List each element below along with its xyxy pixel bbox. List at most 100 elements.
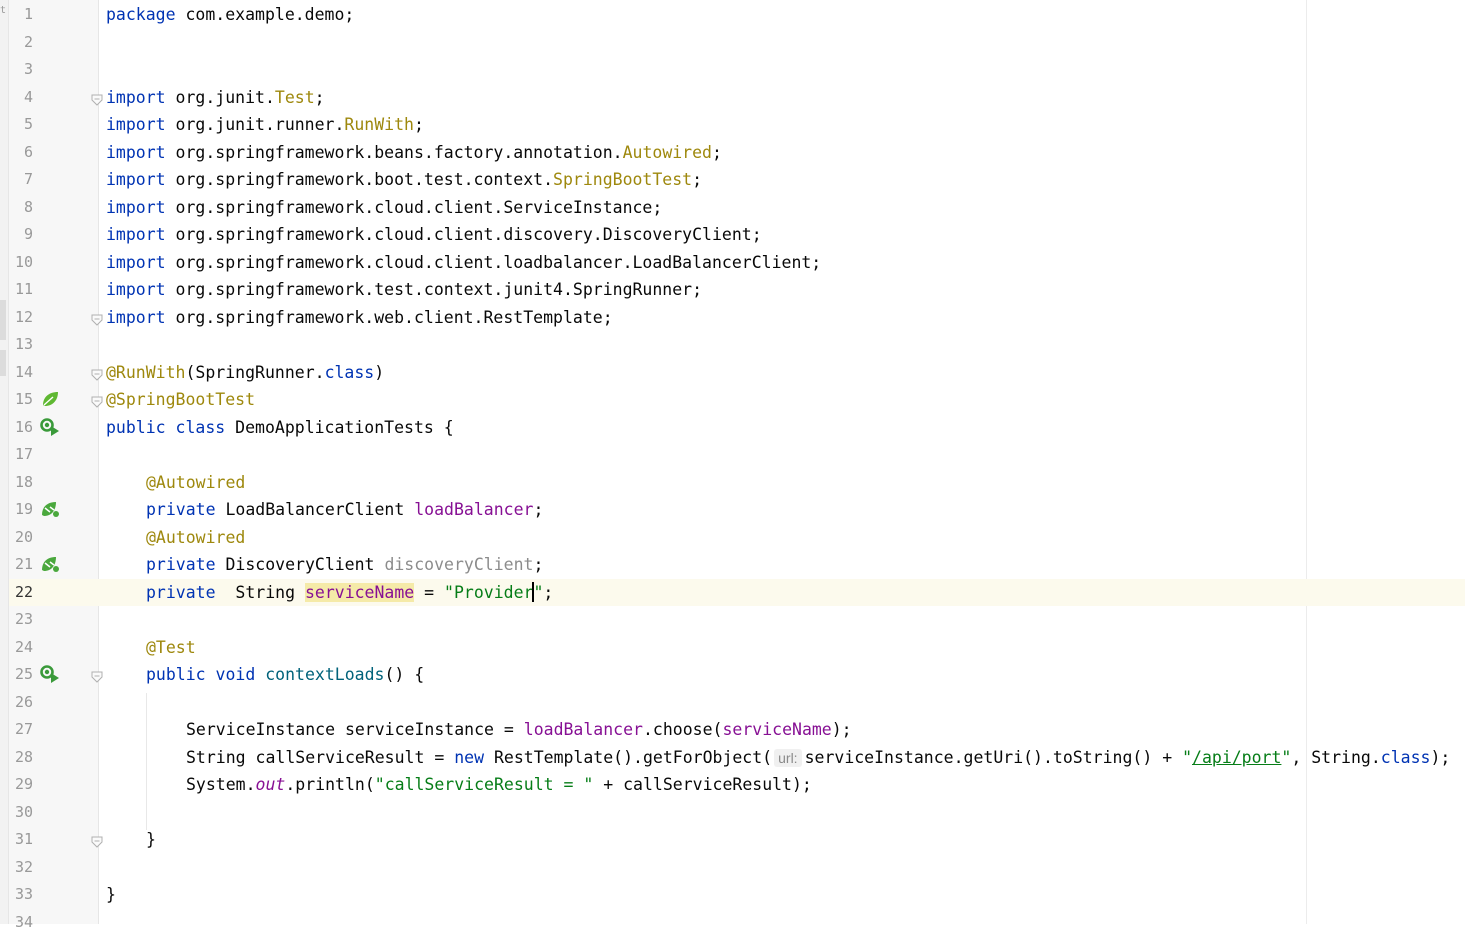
code-line[interactable]: 26 xyxy=(0,689,1465,717)
code-text[interactable]: @Autowired xyxy=(146,470,245,495)
gutter-cell[interactable]: 5 xyxy=(9,111,98,139)
gutter-cell[interactable]: 34 xyxy=(9,909,98,936)
gutter-cell[interactable]: 16 xyxy=(9,414,98,442)
gutter-cell[interactable]: 12 xyxy=(9,304,98,332)
code-line[interactable]: 13 xyxy=(0,331,1465,359)
gutter-cell[interactable]: 17 xyxy=(9,441,98,469)
code-text[interactable]: package com.example.demo; xyxy=(106,2,354,27)
code-line[interactable]: 25 public void contextLoads() { xyxy=(0,661,1465,689)
code-line[interactable]: 34 xyxy=(0,909,1465,936)
gutter-cell[interactable]: 2 xyxy=(9,29,98,57)
code-text[interactable]: String callServiceResult = new RestTempl… xyxy=(186,745,1450,770)
gutter-cell[interactable]: 22 xyxy=(9,579,98,607)
code-line[interactable]: 23 xyxy=(0,606,1465,634)
code-text[interactable]: @Test xyxy=(146,635,196,660)
code-line[interactable]: 22 private String serviceName = "Provider… xyxy=(0,579,1465,607)
code-text[interactable]: private LoadBalancerClient loadBalancer; xyxy=(146,497,543,522)
code-text[interactable]: import org.springframework.beans.factory… xyxy=(106,140,722,165)
gutter-cell[interactable]: 9 xyxy=(9,221,98,249)
code-line[interactable]: 20 @Autowired xyxy=(0,524,1465,552)
code-text[interactable]: public void contextLoads() { xyxy=(146,662,424,687)
code-line[interactable]: 32 xyxy=(0,854,1465,882)
fold-marker-icon[interactable] xyxy=(91,668,103,680)
gutter-cell[interactable]: 21 xyxy=(9,551,98,579)
gutter-cell[interactable]: 29 xyxy=(9,771,98,799)
run-test-icon[interactable] xyxy=(39,664,61,684)
gutter-cell[interactable]: 4 xyxy=(9,84,98,112)
gutter-cell[interactable]: 30 xyxy=(9,799,98,827)
code-text[interactable]: import org.springframework.boot.test.con… xyxy=(106,167,702,192)
fold-marker-icon[interactable] xyxy=(91,393,103,405)
gutter-cell[interactable]: 23 xyxy=(9,606,98,634)
gutter-cell[interactable]: 19 xyxy=(9,496,98,524)
code-line[interactable]: 15 @SpringBootTest xyxy=(0,386,1465,414)
gutter-cell[interactable]: 13 xyxy=(9,331,98,359)
fold-marker-icon[interactable] xyxy=(91,311,103,323)
code-text[interactable]: import org.junit.Test; xyxy=(106,85,325,110)
gutter-cell[interactable]: 20 xyxy=(9,524,98,552)
spring-autowired-icon[interactable] xyxy=(39,499,61,519)
code-line[interactable]: 21 private DiscoveryClient discoveryClien… xyxy=(0,551,1465,579)
gutter-cell[interactable]: 31 xyxy=(9,826,98,854)
gutter-cell[interactable]: 32 xyxy=(9,854,98,882)
run-test-icon[interactable] xyxy=(39,417,61,437)
code-text[interactable]: private String serviceName = "Provider"; xyxy=(146,580,553,605)
gutter-cell[interactable]: 14 xyxy=(9,359,98,387)
code-line[interactable]: 12 import org.springframework.web.client.… xyxy=(0,304,1465,332)
code-line[interactable]: 11import org.springframework.test.contex… xyxy=(0,276,1465,304)
code-text[interactable]: @SpringBootTest xyxy=(106,387,255,412)
gutter-cell[interactable]: 8 xyxy=(9,194,98,222)
gutter-cell[interactable]: 10 xyxy=(9,249,98,277)
code-line[interactable]: 31} xyxy=(0,826,1465,854)
code-text[interactable]: } xyxy=(146,827,156,852)
gutter-cell[interactable]: 6 xyxy=(9,139,98,167)
code-text[interactable]: import org.springframework.cloud.client.… xyxy=(106,222,762,247)
code-line[interactable]: 16 public class DemoApplicationTests { xyxy=(0,414,1465,442)
code-line[interactable]: 9 import org.springframework.cloud.client… xyxy=(0,221,1465,249)
code-line[interactable]: 14 @RunWith(SpringRunner.class) xyxy=(0,359,1465,387)
code-line[interactable]: 2 xyxy=(0,29,1465,57)
gutter-cell[interactable]: 28 xyxy=(9,744,98,772)
code-text[interactable]: private DiscoveryClient discoveryClient; xyxy=(146,552,543,577)
gutter-cell[interactable]: 15 xyxy=(9,386,98,414)
spring-autowired-icon[interactable] xyxy=(39,554,61,574)
code-text[interactable]: import org.junit.runner.RunWith; xyxy=(106,112,424,137)
gutter-cell[interactable]: 1 xyxy=(9,1,98,29)
code-text[interactable]: } xyxy=(106,882,116,907)
spring-bean-leaf-icon[interactable] xyxy=(39,389,61,409)
code-line[interactable]: 1 package com.example.demo; xyxy=(0,1,1465,29)
code-line[interactable]: 27ServiceInstance serviceInstance = load… xyxy=(0,716,1465,744)
code-line[interactable]: 8 import org.springframework.cloud.client… xyxy=(0,194,1465,222)
code-line[interactable]: 29 System.out.println("callServiceResult … xyxy=(0,771,1465,799)
gutter-cell[interactable]: 33 xyxy=(9,881,98,909)
code-text[interactable]: @Autowired xyxy=(146,525,245,550)
gutter-cell[interactable]: 26 xyxy=(9,689,98,717)
gutter-cell[interactable]: 25 xyxy=(9,661,98,689)
code-line[interactable]: 4 import org.junit.Test; xyxy=(0,84,1465,112)
code-text[interactable]: import org.springframework.test.context.… xyxy=(106,277,702,302)
fold-marker-icon[interactable] xyxy=(91,833,103,845)
fold-marker-icon[interactable] xyxy=(91,91,103,103)
code-text[interactable]: import org.springframework.web.client.Re… xyxy=(106,305,613,330)
code-line[interactable]: 5 import org.junit.runner.RunWith; xyxy=(0,111,1465,139)
code-line[interactable]: 10 import org.springframework.cloud.clien… xyxy=(0,249,1465,277)
gutter-cell[interactable]: 3 xyxy=(9,56,98,84)
code-text[interactable]: import org.springframework.cloud.client.… xyxy=(106,250,821,275)
code-editor[interactable]: 1package com.example.demo;234import org.… xyxy=(0,0,1465,924)
gutter-cell[interactable]: 27 xyxy=(9,716,98,744)
code-line[interactable]: 6 import org.springframework.beans.factor… xyxy=(0,139,1465,167)
code-text[interactable]: import org.springframework.cloud.client.… xyxy=(106,195,662,220)
code-line[interactable]: 30 xyxy=(0,799,1465,827)
code-line[interactable]: 33} xyxy=(0,881,1465,909)
gutter-cell[interactable]: 7 xyxy=(9,166,98,194)
code-line[interactable]: 28 String callServiceResult = new RestTem… xyxy=(0,744,1465,772)
code-text[interactable]: public class DemoApplicationTests { xyxy=(106,415,454,440)
code-text[interactable]: @RunWith(SpringRunner.class) xyxy=(106,360,384,385)
gutter-cell[interactable]: 18 xyxy=(9,469,98,497)
code-line[interactable]: 3 xyxy=(0,56,1465,84)
code-text[interactable]: System.out.println("callServiceResult = … xyxy=(186,772,812,797)
gutter-cell[interactable]: 24 xyxy=(9,634,98,662)
code-line[interactable]: 7 import org.springframework.boot.test.co… xyxy=(0,166,1465,194)
fold-marker-icon[interactable] xyxy=(91,366,103,378)
code-line[interactable]: 24 @Test xyxy=(0,634,1465,662)
